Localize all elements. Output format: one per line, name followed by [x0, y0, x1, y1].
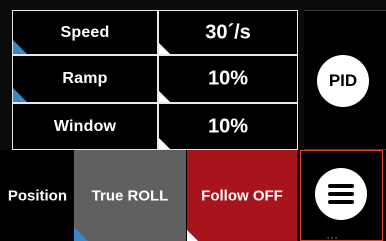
window-value: 10%	[207, 115, 249, 137]
position-label: Position	[7, 187, 67, 204]
true-roll-button[interactable]: True ROLL	[74, 150, 186, 241]
true-roll-label: True ROLL	[91, 187, 169, 204]
pid-label: PID	[328, 71, 358, 90]
window-label: Window	[53, 117, 117, 135]
corner-marker	[159, 138, 170, 149]
ramp-label: Ramp	[62, 70, 108, 87]
corner-marker	[187, 230, 198, 241]
corner-marker	[13, 40, 27, 54]
pid-button[interactable]: PID	[317, 55, 369, 107]
hamburger-menu-icon	[328, 184, 354, 204]
follow-label: Follow OFF	[201, 187, 283, 204]
corner-marker	[13, 88, 27, 102]
top-strip	[0, 0, 386, 10]
ramp-label-cell: Ramp	[12, 55, 158, 103]
corner-marker	[159, 43, 170, 54]
speed-value-cell[interactable]: 30´/s	[158, 10, 298, 55]
menu-button[interactable]: ● ● ●	[300, 150, 383, 241]
app-screen: Speed Ramp Window 30´/s 10% 10% PID Posi…	[0, 0, 386, 241]
window-label-cell: Window	[12, 103, 158, 150]
corner-marker	[74, 227, 88, 241]
ramp-value-cell[interactable]: 10%	[158, 55, 298, 103]
menu-circle	[315, 168, 367, 220]
speed-label-cell: Speed	[12, 10, 158, 55]
corner-marker	[159, 91, 170, 102]
follow-button[interactable]: Follow OFF	[187, 150, 297, 241]
ramp-value: 10%	[207, 67, 249, 90]
position-button[interactable]: Position	[0, 150, 71, 241]
window-value-cell[interactable]: 10%	[158, 103, 298, 150]
left-margin	[0, 10, 12, 150]
pid-panel: PID	[304, 10, 386, 150]
footer-mark: ● ● ●	[327, 235, 338, 240]
speed-value: 30´/s	[205, 21, 251, 43]
speed-label: Speed	[60, 23, 110, 41]
